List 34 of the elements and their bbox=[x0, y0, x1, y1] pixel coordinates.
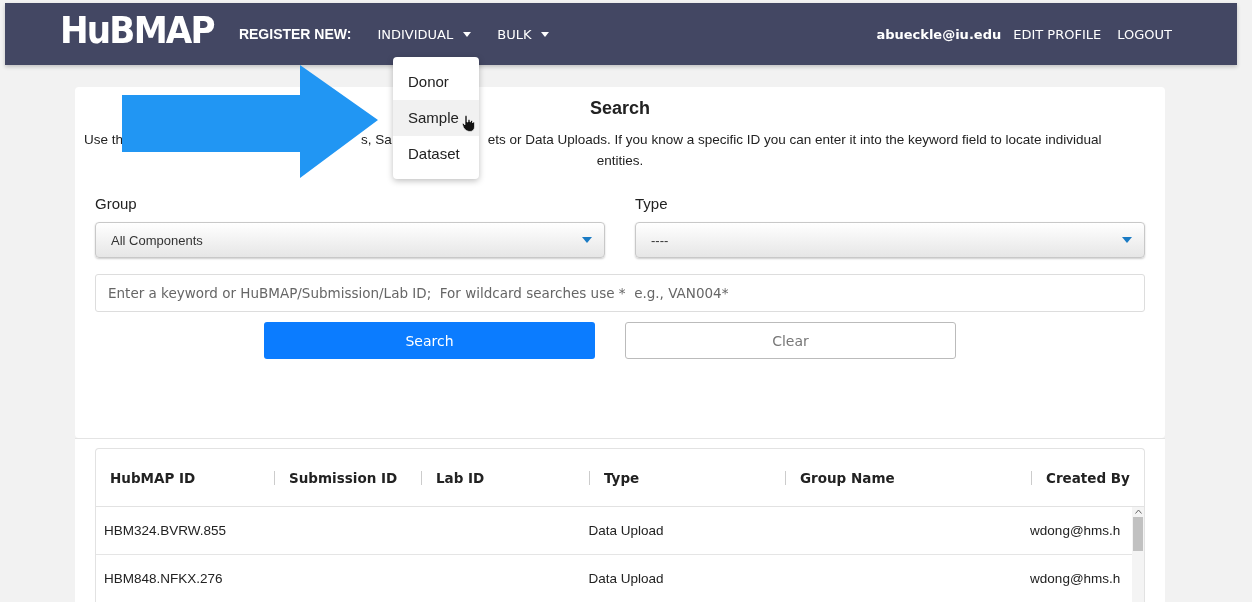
menu-item[interactable]: Dataset bbox=[393, 136, 479, 172]
column-header[interactable]: Submission ID bbox=[289, 469, 398, 486]
table-cell: HBM848.NFKX.276 bbox=[104, 571, 223, 586]
column-header[interactable]: Created By bbox=[1046, 469, 1130, 486]
logo[interactable]: HuBMAP bbox=[60, 8, 214, 52]
nav-link[interactable]: EDIT PROFILE bbox=[1013, 26, 1102, 42]
search-button[interactable]: Search bbox=[264, 322, 595, 359]
table-cell: wdong@hms.h bbox=[1030, 571, 1121, 586]
user-email: abueckle@iu.edu bbox=[876, 26, 1002, 42]
table-cell: wdong@hms.h bbox=[1030, 523, 1121, 538]
keyword-field[interactable]: Enter a keyword or HuBMAP/Submission/Lab ID; For wildcard searches use * e.g., VAN004* bbox=[95, 274, 1145, 312]
search-title: Search bbox=[589, 98, 650, 119]
table-cell: Data Upload bbox=[588, 571, 664, 586]
menu-item[interactable]: Donor bbox=[393, 64, 479, 100]
column-header[interactable]: Type bbox=[604, 469, 640, 486]
nav-link[interactable]: LOGOUT bbox=[1117, 26, 1172, 42]
description-text: Use th bbox=[84, 132, 124, 147]
select-field[interactable]: All Components bbox=[95, 222, 605, 258]
clear-button[interactable]: Clear bbox=[625, 322, 956, 359]
field-label: Group bbox=[95, 195, 138, 212]
column-header[interactable]: Lab ID bbox=[436, 469, 485, 486]
register-label: REGISTER NEW: bbox=[238, 26, 352, 42]
menu-item[interactable]: Sample bbox=[393, 100, 479, 136]
description-text: ets or Data Uploads. If you know a specific ID you can enter it into the keyword field to locate individual bbox=[487, 132, 1102, 147]
nav-dropdown[interactable]: INDIVIDUAL bbox=[373, 26, 476, 42]
description-text: s, Sa bbox=[361, 132, 392, 147]
description-text: entities. bbox=[596, 153, 644, 168]
field-label: Type bbox=[635, 195, 669, 212]
select-field[interactable]: ---- bbox=[635, 222, 1145, 258]
column-header[interactable]: Group Name bbox=[800, 469, 895, 486]
table-cell: HBM324.BVRW.855 bbox=[104, 523, 227, 538]
table-cell: Data Upload bbox=[588, 523, 664, 538]
column-header[interactable]: HubMAP ID bbox=[110, 469, 196, 486]
nav-dropdown[interactable]: BULK bbox=[493, 26, 554, 42]
